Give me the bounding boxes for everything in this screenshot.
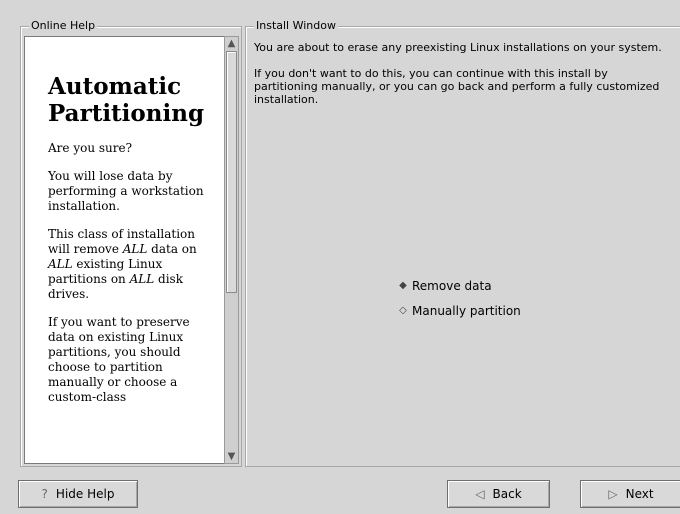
- hide-help-button[interactable]: ? Hide Help: [18, 480, 138, 508]
- back-button[interactable]: ◁ Back: [447, 480, 550, 508]
- radio-manually-partition[interactable]: ◇ Manually partition: [398, 304, 521, 318]
- install-description: You are about to erase any preexisting L…: [254, 41, 664, 119]
- install-window-panel: Install Window You are about to erase an…: [245, 19, 680, 467]
- radio-remove-data-label: Remove data: [412, 279, 492, 293]
- help-content: Automatic Partitioning Are you sure? You…: [24, 36, 225, 464]
- radio-remove-data[interactable]: ◆ Remove data: [398, 279, 492, 293]
- scroll-thumb[interactable]: [226, 51, 237, 293]
- online-help-legend: Online Help: [29, 19, 98, 33]
- radio-selected-icon: ◆: [399, 280, 407, 291]
- next-button[interactable]: ▷ Next: [580, 480, 680, 508]
- left-triangle-icon: ◁: [475, 487, 485, 501]
- radio-manually-partition-label: Manually partition: [412, 304, 521, 318]
- back-label: Back: [492, 487, 522, 501]
- help-paragraph: Are you sure?: [48, 141, 133, 155]
- help-scrollbar[interactable]: ▲ ▼: [224, 36, 239, 464]
- help-paragraph: You will lose data by performing a works…: [48, 169, 204, 213]
- next-label: Next: [625, 487, 654, 501]
- hide-help-label: Hide Help: [55, 487, 115, 501]
- scroll-up-arrow-icon[interactable]: ▲: [226, 38, 237, 49]
- online-help-panel: Online Help Automatic Partitioning Are y…: [20, 19, 242, 467]
- install-text-2: If you don't want to do this, you can co…: [254, 67, 660, 106]
- help-paragraph-all: This class of installation will remove A…: [48, 227, 197, 301]
- question-icon: ?: [41, 487, 48, 501]
- help-title: Automatic Partitioning: [48, 73, 205, 127]
- right-triangle-icon: ▷: [608, 487, 618, 501]
- help-paragraph: If you want to preserve data on existing…: [48, 315, 190, 404]
- scroll-down-arrow-icon[interactable]: ▼: [226, 451, 237, 462]
- radio-unselected-icon: ◇: [399, 305, 407, 316]
- install-text-1: You are about to erase any preexisting L…: [254, 41, 662, 54]
- install-window-legend: Install Window: [254, 19, 338, 33]
